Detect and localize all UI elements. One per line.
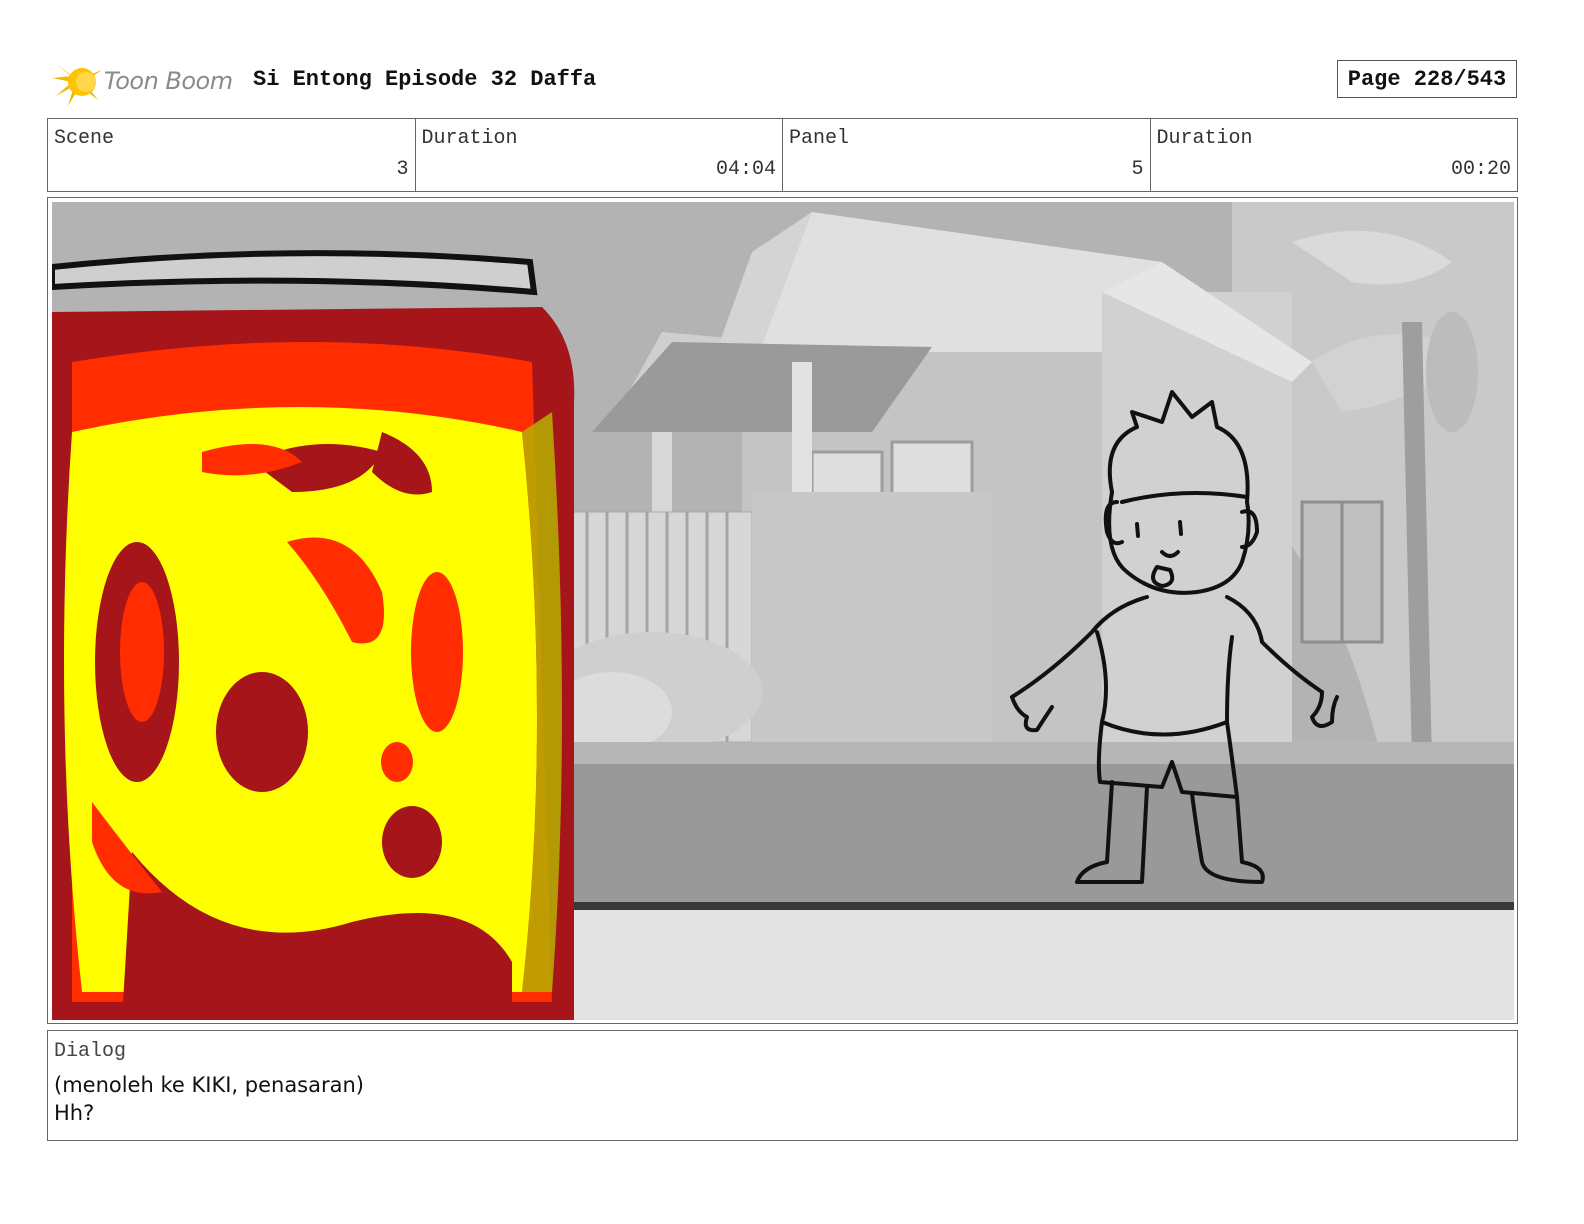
page-indicator: Page 228/543 [1337,60,1517,98]
scene-duration-cell: Duration 04:04 [416,119,783,191]
panel-duration-label: Duration [1156,127,1253,150]
storyboard-panel-image [52,202,1514,1020]
panel-duration-value: 00:20 [1450,158,1511,181]
panel-label: Panel [789,127,850,150]
scene-label: Scene [54,127,115,150]
panel-illustration [52,202,1514,1020]
scene-duration-value: 04:04 [715,158,776,181]
panel-cell: Panel 5 [783,119,1151,191]
dialog-line-speech: Hh? [54,1101,95,1125]
toon-boom-logo: Toon Boom [50,56,240,108]
scene-cell: Scene 3 [48,119,416,191]
scene-duration-label: Duration [421,127,518,150]
document-title: Si Entong Episode 32 Daffa [253,67,597,92]
scene-info-table: Scene 3 Duration 04:04 Panel 5 Duration … [47,118,1518,192]
dialog-text: (menoleh ke KIKI, penasaran) Hh? [54,1071,364,1127]
panel-value: 5 [1131,158,1144,181]
dialog-label: Dialog [54,1040,127,1063]
dialog-box: Dialog (menoleh ke KIKI, penasaran) Hh? [47,1030,1518,1141]
starburst-icon [52,62,102,106]
scene-value: 3 [396,158,409,181]
logo-text: Toon Boom [104,67,233,95]
storyboard-panel-frame [47,197,1518,1024]
dialog-line-direction: (menoleh ke KIKI, penasaran) [54,1073,364,1097]
panel-duration-cell: Duration 00:20 [1151,119,1518,191]
